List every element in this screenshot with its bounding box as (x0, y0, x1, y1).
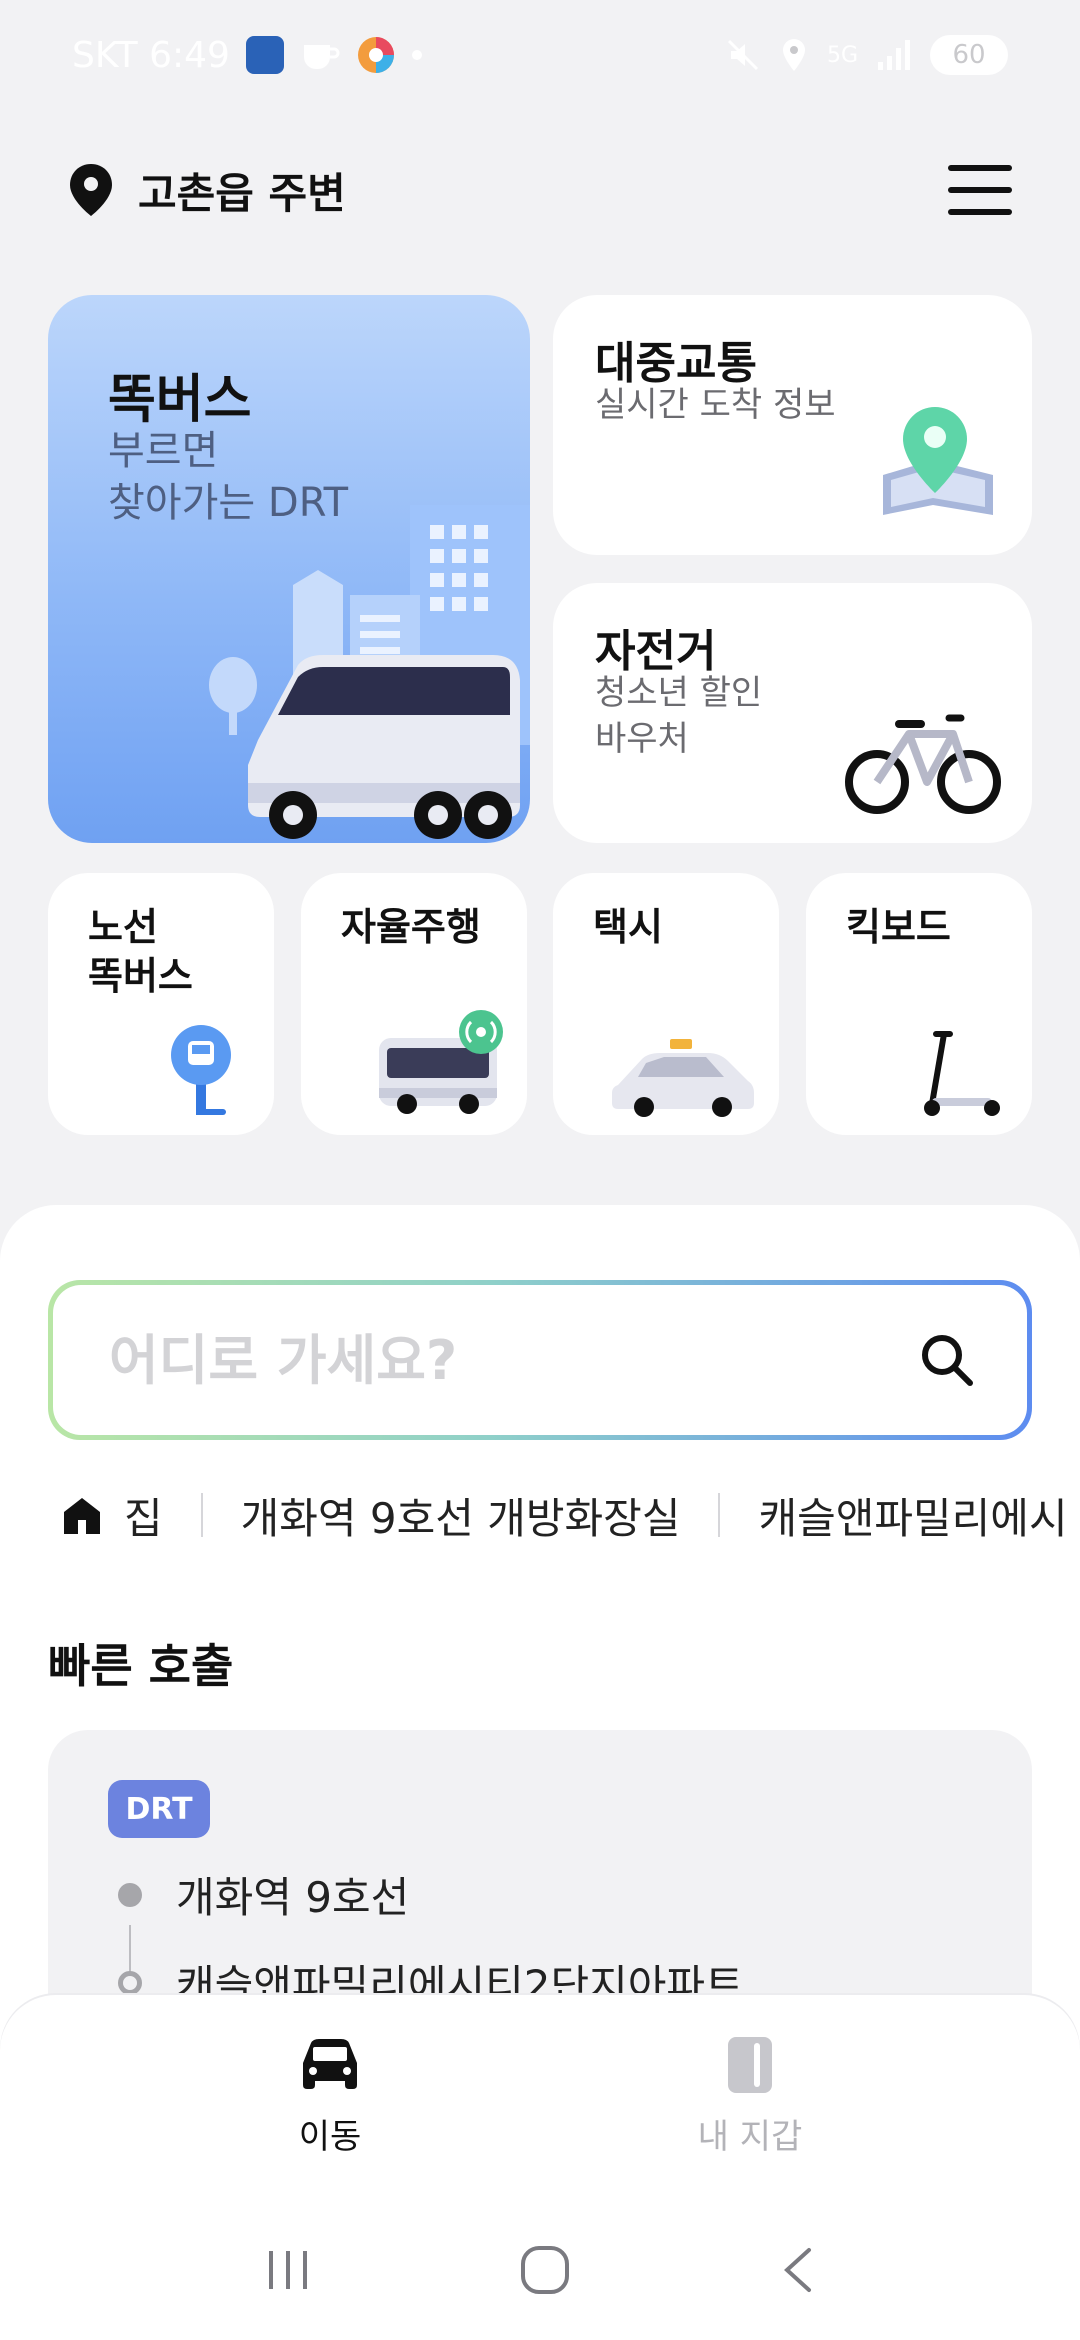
shortcut-place-label: 캐슬앤파밀리에시 (758, 1493, 1068, 1543)
route-ddokbus-line2: 똑버스 (88, 954, 193, 999)
location-title: 고촌읍 주변 (138, 168, 346, 218)
map-pin-icon (70, 164, 112, 216)
back-icon[interactable] (777, 2244, 817, 2296)
shortcut-home-label: 집 (124, 1493, 163, 1543)
status-left: SKT 6:49 (72, 35, 422, 76)
public-transit-card[interactable]: 대중교통 실시간 도착 정보 (553, 295, 1032, 555)
destination-search-input[interactable] (109, 1328, 809, 1392)
system-navigation-bar (0, 2220, 1080, 2320)
autonomous-bus-icon (379, 1010, 503, 1114)
hamburger-menu-icon[interactable] (948, 165, 1012, 215)
search-box-inner (53, 1285, 1027, 1435)
nav-move-tab[interactable]: 이동 (230, 2035, 430, 2158)
app-notification-icon (245, 36, 284, 74)
shortcut-divider (718, 1493, 721, 1537)
autonomous-driving-card[interactable]: 자율주행 (301, 873, 527, 1135)
bus-stop-icon (171, 1025, 231, 1115)
network-type: 5G (826, 42, 858, 68)
location-status-icon (782, 39, 805, 71)
battery-level: 60 (952, 40, 986, 70)
shortcut-place[interactable]: 개화역 9호선 개방화장실 (241, 1485, 681, 1546)
shortcut-place-label: 개화역 9호선 개방화장실 (240, 1493, 681, 1543)
saved-places-bar: 집 개화역 9호선 개방화장실 캐슬앤파밀리에시 (60, 1480, 1080, 1550)
nav-wallet-tab[interactable]: 내 지갑 (650, 2035, 850, 2158)
bike-subtitle-line1: 청소년 할인 (595, 673, 763, 713)
drt-badge: DRT (108, 1780, 210, 1838)
bike-card-title: 자전거 (595, 626, 717, 677)
home-icon (64, 1498, 100, 1534)
taxi-title: 택시 (593, 905, 663, 949)
recent-apps-icon[interactable] (263, 2245, 313, 2295)
home-button-icon[interactable] (519, 2244, 571, 2296)
quick-call-heading: 빠른 호출 (48, 1639, 234, 1693)
transit-card-subtitle: 실시간 도착 정보 (595, 385, 836, 425)
header: 고촌읍 주변 (68, 150, 1012, 230)
drt-card[interactable]: 똑버스 부르면 찾아가는 DRT (48, 295, 530, 843)
shortcut-divider (200, 1493, 203, 1537)
nav-wallet-label: 내 지갑 (697, 2117, 803, 2157)
bicycle-card[interactable]: 자전거 청소년 할인 바우처 (553, 583, 1032, 843)
route-ddokbus-line1: 노선 (88, 905, 158, 949)
status-bar: SKT 6:49 5G 60 (0, 0, 1080, 110)
taxi-card[interactable]: 택시 (553, 873, 779, 1135)
shortcut-home[interactable]: 집 (60, 1485, 163, 1546)
nav-move-label: 이동 (298, 2117, 362, 2157)
kickboard-card[interactable]: 킥보드 (806, 873, 1032, 1135)
route-origin: 개화역 9호선 (118, 1864, 409, 1925)
kick-scooter-icon (924, 1031, 1000, 1116)
cup-icon (303, 45, 340, 69)
kickboard-title: 킥보드 (846, 905, 951, 949)
signal-icon (878, 40, 910, 70)
taxi-icon (612, 1039, 754, 1117)
status-right: 5G 60 (725, 35, 1008, 75)
mute-icon (727, 39, 759, 71)
colorful-app-icon (357, 37, 394, 73)
shortcut-place[interactable]: 캐슬앤파밀리에시 (758, 1485, 1067, 1546)
car-icon (303, 2039, 357, 2089)
origin-dot-icon (118, 1882, 142, 1907)
wallet-card-icon (728, 2037, 772, 2093)
transit-card-title: 대중교통 (595, 338, 757, 389)
bike-subtitle-line2: 바우처 (595, 718, 689, 759)
bike-card-subtitle: 청소년 할인 바우처 (595, 671, 762, 763)
location-selector[interactable]: 고촌읍 주변 (68, 160, 346, 221)
battery-indicator: 60 (930, 35, 1008, 75)
route-ddokbus-title: 노선 똑버스 (88, 903, 193, 1002)
search-icon[interactable] (919, 1332, 975, 1388)
origin-label: 개화역 9호선 (176, 1873, 410, 1922)
destination-ring-icon (118, 1970, 142, 1995)
autonomous-title: 자율주행 (341, 905, 481, 949)
map-location-icon (883, 407, 993, 515)
search-box[interactable] (48, 1280, 1032, 1440)
drt-card-title: 똑버스 (108, 370, 252, 430)
more-notifications-dot (411, 50, 422, 60)
drt-van-illustration (209, 505, 530, 839)
route-ddokbus-card[interactable]: 노선 똑버스 (48, 873, 274, 1135)
drt-subtitle-line1: 부르면 (108, 428, 219, 474)
bicycle-icon (845, 714, 1001, 814)
carrier-time: SKT 6:49 (72, 34, 230, 76)
